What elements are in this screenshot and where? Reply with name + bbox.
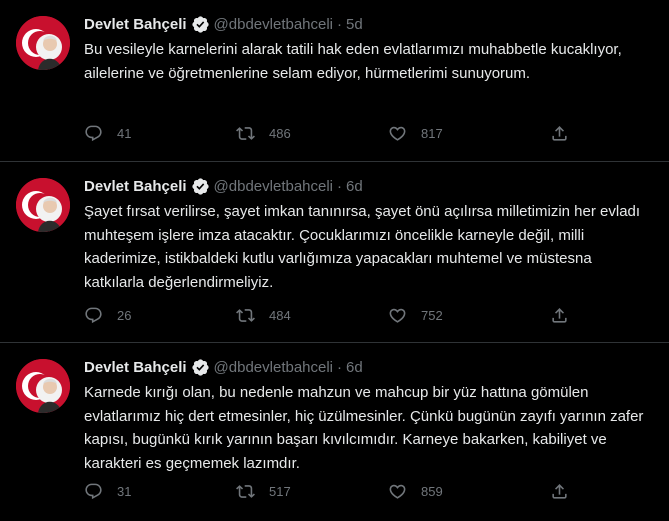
reply-icon — [85, 125, 102, 142]
tweet-text: Karnede kırığı olan, bu nedenle mahzun v… — [84, 384, 644, 472]
tweet-header: Devlet Bahçeli @dbdevletbahceli · 6d — [84, 176, 653, 196]
share-button[interactable] — [550, 124, 569, 143]
avatar[interactable] — [16, 359, 70, 413]
tweet-header: Devlet Bahçeli @dbdevletbahceli · 5d — [84, 14, 653, 34]
share-button[interactable] — [550, 306, 569, 325]
like-button[interactable]: 859 — [388, 482, 540, 501]
retweet-count: 517 — [269, 484, 291, 499]
retweet-button[interactable]: 517 — [236, 482, 388, 501]
heart-icon — [389, 484, 406, 499]
tweet-text: Şayet fırsat verilirse, şayet imkan tanı… — [84, 203, 641, 291]
retweet-button[interactable]: 484 — [236, 306, 388, 325]
verified-badge-icon — [191, 177, 209, 195]
like-count: 859 — [421, 484, 443, 499]
retweet-icon — [236, 485, 255, 498]
avatar-image — [16, 178, 70, 232]
reply-count: 31 — [117, 484, 132, 499]
share-icon — [552, 484, 567, 499]
avatar-image — [16, 16, 70, 70]
author-name[interactable]: Devlet Bahçeli — [84, 16, 187, 33]
tweet[interactable]: Devlet Bahçeli @dbdevletbahceli · 5d Bu … — [0, 0, 669, 162]
retweet-count: 486 — [269, 126, 291, 141]
tweet-actions: 41 486 817 — [84, 124, 653, 143]
author-handle[interactable]: @dbdevletbahceli — [214, 178, 333, 195]
retweet-button[interactable]: 486 — [236, 124, 388, 143]
share-button[interactable] — [550, 482, 569, 501]
share-icon — [552, 308, 567, 323]
separator-dot: · — [337, 15, 343, 33]
avatar-image — [16, 359, 70, 413]
tweet-actions: 26 484 752 — [84, 306, 653, 325]
reply-count: 41 — [117, 126, 132, 141]
like-button[interactable]: 817 — [388, 124, 540, 143]
tweet[interactable]: Devlet Bahçeli @dbdevletbahceli · 6d Şay… — [0, 162, 669, 343]
author-name[interactable]: Devlet Bahçeli — [84, 178, 187, 195]
avatar[interactable] — [16, 178, 70, 232]
timestamp[interactable]: 6d — [346, 359, 363, 376]
share-icon — [552, 126, 567, 141]
reply-button[interactable]: 41 — [84, 124, 236, 143]
separator-dot: · — [337, 177, 343, 195]
timestamp[interactable]: 5d — [346, 16, 363, 33]
author-handle[interactable]: @dbdevletbahceli — [214, 359, 333, 376]
retweet-count: 484 — [269, 308, 291, 323]
reply-button[interactable]: 31 — [84, 482, 236, 501]
tweet-feed: Devlet Bahçeli @dbdevletbahceli · 5d Bu … — [0, 0, 669, 521]
avatar[interactable] — [16, 16, 70, 70]
heart-icon — [389, 126, 406, 141]
retweet-icon — [236, 309, 255, 322]
like-count: 817 — [421, 126, 443, 141]
retweet-icon — [236, 127, 255, 140]
verified-badge-icon — [191, 15, 209, 33]
like-count: 752 — [421, 308, 443, 323]
reply-button[interactable]: 26 — [84, 306, 236, 325]
reply-count: 26 — [117, 308, 132, 323]
tweet[interactable]: Devlet Bahçeli @dbdevletbahceli · 6d Kar… — [0, 343, 669, 521]
timestamp[interactable]: 6d — [346, 178, 363, 195]
tweet-actions: 31 517 859 — [84, 482, 653, 501]
reply-icon — [85, 307, 102, 324]
author-handle[interactable]: @dbdevletbahceli — [214, 16, 333, 33]
separator-dot: · — [337, 358, 343, 376]
heart-icon — [389, 308, 406, 323]
like-button[interactable]: 752 — [388, 306, 540, 325]
author-name[interactable]: Devlet Bahçeli — [84, 359, 187, 376]
tweet-header: Devlet Bahçeli @dbdevletbahceli · 6d — [84, 357, 653, 377]
verified-badge-icon — [191, 358, 209, 376]
tweet-text: Bu vesileyle karnelerini alarak tatili h… — [84, 41, 622, 82]
reply-icon — [85, 483, 102, 500]
